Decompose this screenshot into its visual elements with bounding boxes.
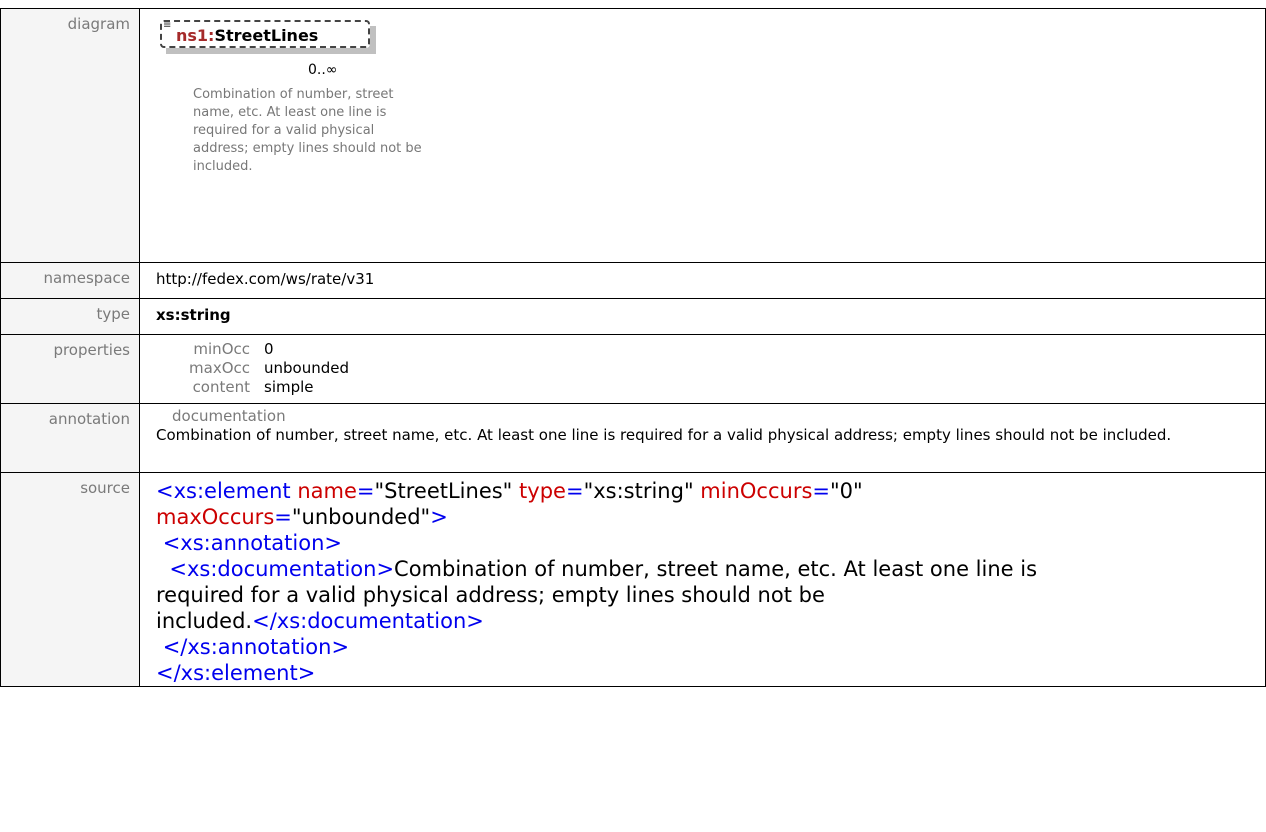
namespace-value: http://fedex.com/ws/rate/v31 <box>139 262 1266 299</box>
element-diagram: ≡ ns1:StreetLines 0..∞ Combination of nu… <box>156 16 456 256</box>
source-code: <xs:element name="StreetLines" type="xs:… <box>156 478 1265 686</box>
source-line: </xs:element> <box>156 660 1265 686</box>
namespace-row: namespace http://fedex.com/ws/rate/v31 <box>0 262 1266 299</box>
property-value: simple <box>264 378 314 396</box>
documentation-text: Combination of number, street name, etc.… <box>156 426 1172 444</box>
source-tag: <xs:annotation> <box>162 531 342 555</box>
namespace-label: namespace <box>0 262 140 299</box>
element-node-name: ns1:StreetLines <box>176 26 318 45</box>
source-tag: </xs:documentation> <box>252 609 484 633</box>
type-row: type xs:string <box>0 298 1266 335</box>
source-line: </xs:annotation> <box>156 634 1265 660</box>
property-key: content <box>192 378 250 396</box>
source-line: maxOccurs="unbounded"> <box>156 505 448 529</box>
annotation-row: annotation documentation Combination of … <box>0 403 1266 473</box>
source-value: "StreetLines" <box>374 479 513 503</box>
properties-row: properties minOcc 0 maxOcc unbounded conte… <box>0 334 1266 404</box>
element-name: StreetLines <box>214 26 319 45</box>
source-tag: <xs:documentation> <box>169 557 395 581</box>
source-line: included.</xs:documentation> <box>156 608 1265 634</box>
diagram-row: diagram ≡ ns1:StreetLines 0..∞ Combinati… <box>0 8 1266 263</box>
source-line: <xs:documentation>Combination of number,… <box>156 556 1265 582</box>
properties-cell: minOcc 0 maxOcc unbounded content simple <box>139 334 1266 404</box>
diagram-label: diagram <box>0 8 140 263</box>
source-attr: type <box>519 479 566 503</box>
element-doc-table: diagram ≡ ns1:StreetLines 0..∞ Combinati… <box>0 8 1266 687</box>
namespace-prefix: ns1: <box>176 26 215 45</box>
property-key: minOcc <box>193 340 250 358</box>
property-value: unbounded <box>264 359 349 377</box>
diagram-cell: ≡ ns1:StreetLines 0..∞ Combination of nu… <box>139 8 1266 263</box>
source-attr: minOccurs <box>700 479 813 503</box>
source-text: Combination of number, street name, etc.… <box>394 557 1038 581</box>
lines-icon: ≡ <box>163 20 172 31</box>
annotation-label: annotation <box>0 403 140 473</box>
source-value: "0" <box>830 479 863 503</box>
property-value: 0 <box>264 340 274 358</box>
annotation-cell: documentation Combination of number, str… <box>139 403 1266 473</box>
source-label: source <box>0 472 140 687</box>
type-value: xs:string <box>139 298 1266 335</box>
source-line: <xs:element name="StreetLines" type="xs:… <box>156 479 863 503</box>
source-text: included. <box>156 609 253 633</box>
documentation-key: documentation <box>172 407 286 425</box>
source-tag: </xs:annotation> <box>162 635 350 659</box>
source-attr: maxOccurs <box>156 505 275 529</box>
type-name[interactable]: xs:string <box>156 306 231 324</box>
source-row: source <xs:element name="StreetLines" ty… <box>0 472 1266 687</box>
properties-label: properties <box>0 334 140 404</box>
source-value: "xs:string" <box>583 479 694 503</box>
element-node[interactable]: ≡ ns1:StreetLines <box>160 20 370 48</box>
properties-grid: minOcc 0 maxOcc unbounded content simple <box>156 340 1265 397</box>
source-value: "unbounded" <box>291 505 431 529</box>
source-attr: name <box>297 479 357 503</box>
source-tag: <xs:element <box>156 479 291 503</box>
source-tag: </xs:element> <box>156 661 316 685</box>
occurrence-label: 0..∞ <box>308 62 338 78</box>
source-line: required for a valid physical address; e… <box>156 583 825 607</box>
property-key: maxOcc <box>189 359 250 377</box>
source-cell: <xs:element name="StreetLines" type="xs:… <box>139 472 1266 687</box>
diagram-description: Combination of number, street name, etc.… <box>193 87 422 174</box>
source-line: <xs:annotation> <box>156 530 1265 556</box>
source-tag: > <box>430 505 448 529</box>
type-label: type <box>0 298 140 335</box>
